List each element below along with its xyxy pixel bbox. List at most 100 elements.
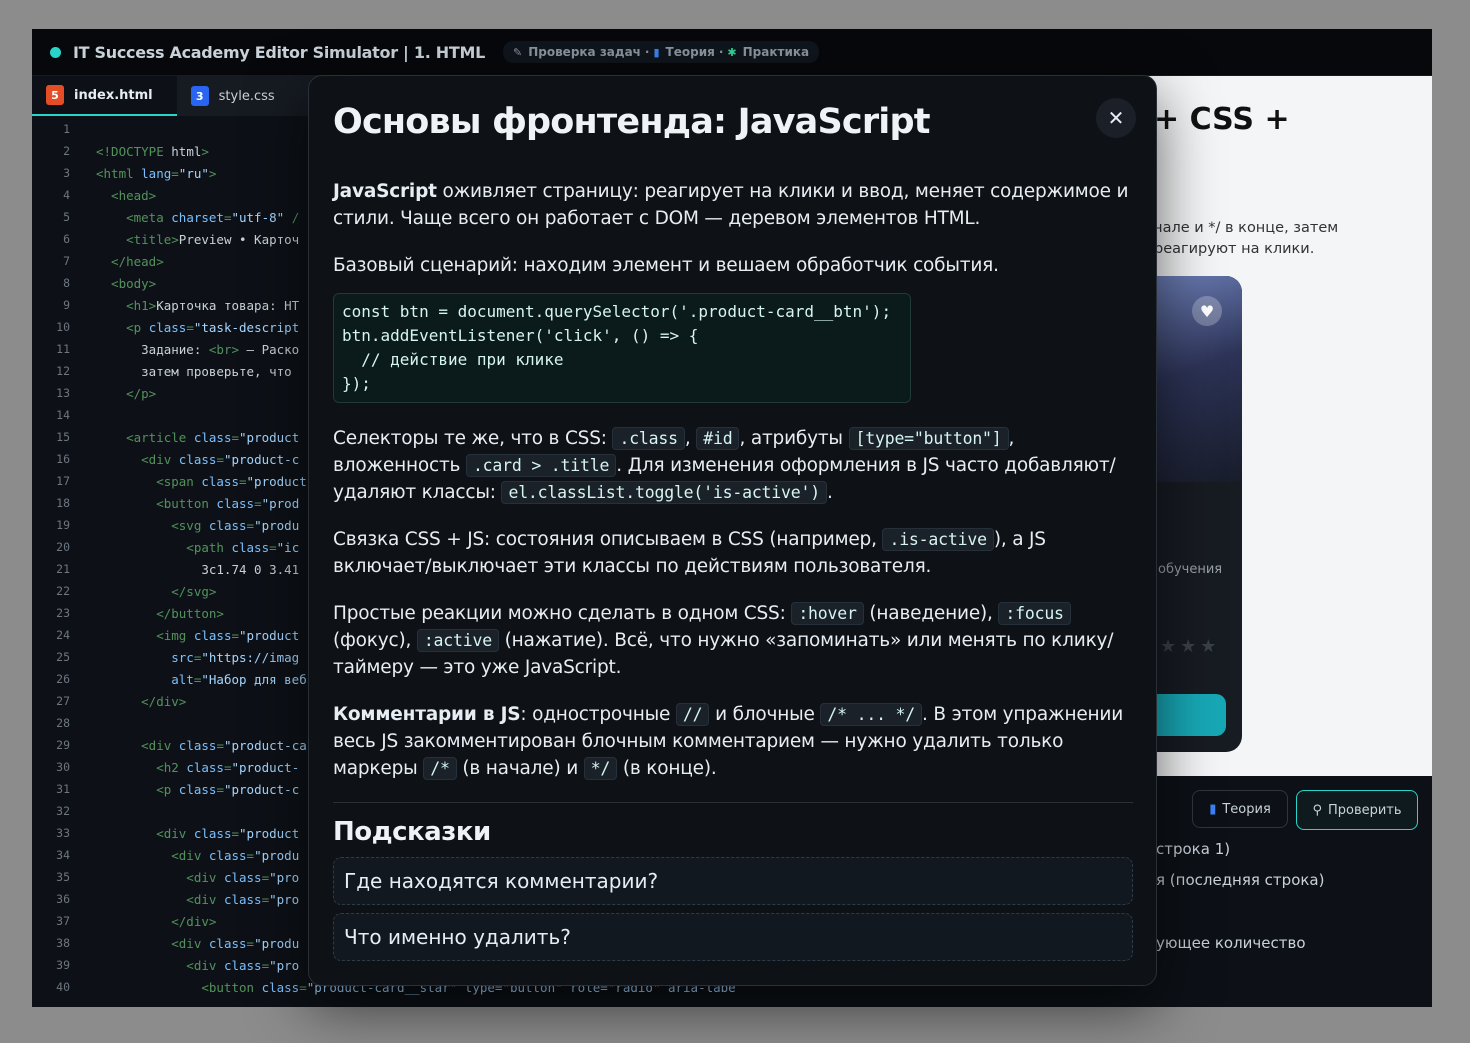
code-token: <svg <box>96 517 209 533</box>
code-token: = <box>231 825 240 841</box>
line-number: 39 <box>56 958 70 972</box>
code-token: class <box>208 847 247 863</box>
line-number: 9 <box>63 298 70 312</box>
code-token: class <box>223 891 262 907</box>
code-token: "product-c <box>223 451 300 467</box>
text: (в начале) и <box>456 758 584 779</box>
preview-description: чале и */ в конце, затем реагируют на кл… <box>1154 218 1338 260</box>
code-token: "produ <box>254 517 300 533</box>
text: : однострочные <box>520 704 676 725</box>
code-token: "product <box>246 473 307 489</box>
term-javascript: JavaScript <box>333 181 437 202</box>
hint-item[interactable]: Что именно удалить? <box>333 913 1133 961</box>
code-token: = <box>171 165 179 181</box>
html5-icon: 5 <box>46 85 64 105</box>
code-token: <head> <box>96 187 157 203</box>
text: Селекторы те же, что в CSS: <box>333 428 613 449</box>
code-token: class <box>178 737 217 753</box>
code-token: alt <box>96 671 194 687</box>
code-token: class <box>193 627 232 643</box>
code-token: class <box>148 319 187 335</box>
code-token: = <box>216 737 224 753</box>
book-icon: ▮ <box>653 45 660 59</box>
card-buy-button[interactable] <box>1154 694 1226 736</box>
code-token: <button <box>96 495 217 511</box>
code-token: = <box>193 671 202 687</box>
inline-code: /* <box>423 757 457 780</box>
code-token: Карточка товара: HT <box>156 297 300 313</box>
paragraph-pseudo: Простые реакции можно сделать в одном CS… <box>333 600 1133 681</box>
code-token: </button> <box>96 605 224 621</box>
code-token: class <box>223 957 262 973</box>
code-token: "product-ca <box>223 737 307 753</box>
code-token: class <box>178 451 217 467</box>
crumb-theory[interactable]: Теория <box>666 45 715 59</box>
hint-item[interactable]: Где находятся комментарии? <box>333 857 1133 905</box>
code-token: = <box>261 891 270 907</box>
inline-code: // <box>675 703 710 726</box>
line-number: 17 <box>56 474 70 488</box>
text: , атрибуты <box>739 428 849 449</box>
line-number: 25 <box>56 650 70 664</box>
text: , <box>684 428 697 449</box>
inline-code: .card > .title <box>465 454 617 477</box>
crumb-tasks[interactable]: Проверка задач <box>528 45 641 59</box>
tab-index-html[interactable]: 5 index.html <box>32 76 177 116</box>
heart-icon[interactable]: ♥ <box>1192 296 1222 326</box>
code-token: "product <box>239 627 300 643</box>
code-token: "produ <box>254 935 300 951</box>
code-token: <div <box>96 935 209 951</box>
code-token: </svg> <box>96 583 217 599</box>
code-token: 3c1.74 0 3.41 <box>96 561 300 577</box>
text: . <box>826 482 833 503</box>
code-token: charset <box>171 209 224 225</box>
inline-code: .is-active <box>882 528 994 551</box>
code-token: <!DOCTYPE <box>96 143 172 159</box>
code-token: <img <box>96 627 194 643</box>
code-token: class <box>208 517 247 533</box>
code-token: "https://imag <box>201 649 300 665</box>
line-number: 29 <box>56 738 70 752</box>
check-button[interactable]: ⚲ Проверить <box>1296 790 1418 830</box>
text: и блочные <box>709 704 821 725</box>
code-token: class <box>216 495 255 511</box>
inline-code: */ <box>583 757 618 780</box>
code-token: <h2 <box>96 759 187 775</box>
line-number: 16 <box>56 452 70 466</box>
code-token: <span <box>96 473 202 489</box>
line-number: 30 <box>56 760 70 774</box>
line-number: 1 <box>63 122 70 136</box>
tab-style-css[interactable]: 3 style.css <box>177 76 299 116</box>
code-token: = <box>246 517 255 533</box>
code-token: "product-c <box>223 781 300 797</box>
code-token: <div <box>96 957 224 973</box>
code-token: <h1> <box>96 297 157 313</box>
code-token: = <box>261 957 270 973</box>
code-token: <div <box>96 891 224 907</box>
close-icon[interactable]: ✕ <box>1096 98 1136 138</box>
task-line: строка 1) <box>1156 840 1231 858</box>
line-number: 12 <box>56 364 70 378</box>
code-token: class <box>208 935 247 951</box>
code-token: <meta <box>96 209 172 225</box>
code-token: = <box>223 209 232 225</box>
star-rating[interactable]: ★★★ <box>1160 636 1220 657</box>
code-token: <div <box>96 737 179 753</box>
theory-button[interactable]: ▮ Теория <box>1192 790 1288 828</box>
line-number: 23 <box>56 606 70 620</box>
preview-title: + CSS + <box>1154 102 1290 137</box>
code-token: class <box>201 473 239 489</box>
code-token: = <box>261 869 270 885</box>
code-token: <div <box>96 869 224 885</box>
divider <box>333 802 1133 803</box>
pencil-icon: ✎ <box>512 45 523 59</box>
code-token: — Раско <box>239 341 300 357</box>
crumb-separator: · <box>718 45 724 59</box>
code-token: "ru" <box>178 165 209 181</box>
crumb-practice[interactable]: Практика <box>743 45 809 59</box>
line-number: 32 <box>56 804 70 818</box>
code-token: затем проверьте, что <box>96 363 292 379</box>
search-icon: ⚲ <box>1312 802 1322 818</box>
check-label: Проверить <box>1327 802 1402 818</box>
line-number: 40 <box>56 980 70 994</box>
